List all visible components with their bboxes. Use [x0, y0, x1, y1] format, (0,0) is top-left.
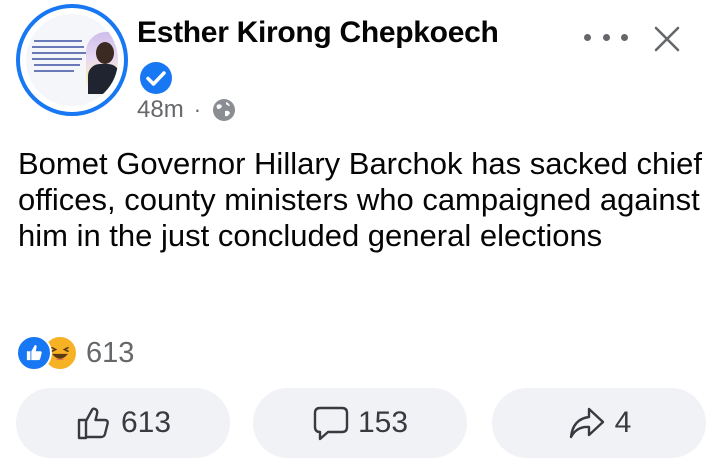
author-name[interactable]: Esther Kirong Chepkoech: [137, 16, 499, 50]
globe-icon[interactable]: [211, 97, 237, 123]
like-button[interactable]: 613: [16, 388, 230, 458]
verified-badge-icon: [140, 62, 172, 94]
comment-bubble-icon: [313, 406, 349, 441]
share-arrow-icon: [569, 407, 604, 439]
reaction-count: 613: [86, 336, 135, 369]
like-count: 613: [120, 406, 172, 439]
comment-button[interactable]: 153: [253, 388, 467, 458]
post-text: Bomet Governor Hillary Barchok has sacke…: [18, 146, 703, 253]
comment-count: 153: [357, 406, 409, 439]
post-meta: 48m ·: [137, 95, 237, 125]
share-count: 4: [614, 406, 632, 439]
thumbs-up-icon: [77, 407, 109, 440]
reaction-summary[interactable]: 613: [16, 334, 134, 372]
share-button[interactable]: 4: [492, 388, 706, 458]
post-time[interactable]: 48m: [137, 96, 184, 124]
more-options-icon[interactable]: [584, 22, 628, 52]
close-icon[interactable]: [652, 24, 682, 54]
avatar-image: [26, 14, 118, 106]
avatar[interactable]: [16, 4, 128, 116]
meta-separator: ·: [193, 97, 202, 122]
like-reaction-icon: [16, 335, 52, 371]
